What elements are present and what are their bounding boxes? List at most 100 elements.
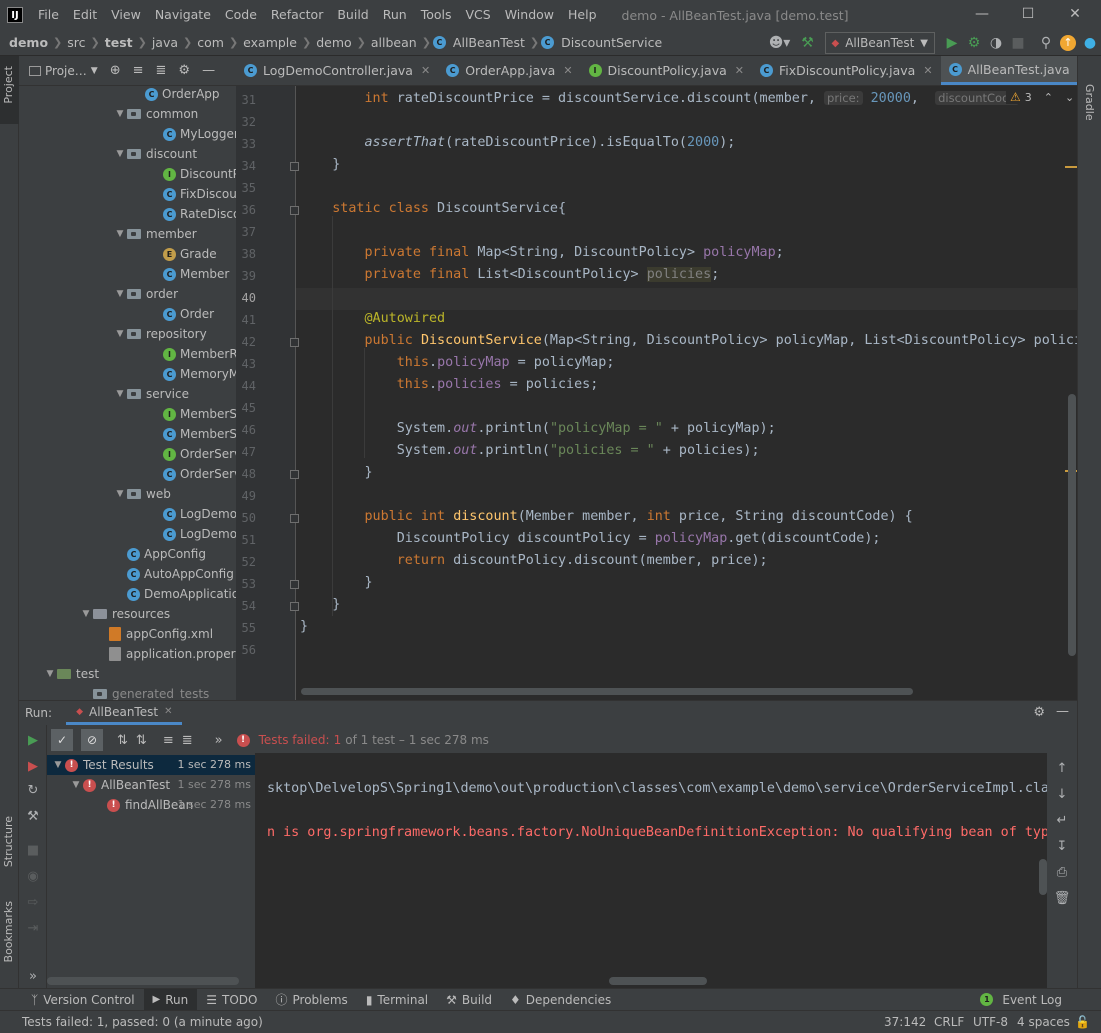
scroll-to-end-icon[interactable]: ↧ <box>1053 837 1071 855</box>
chevron-down-icon[interactable]: ▼ <box>113 284 127 304</box>
exit-icon[interactable]: ⇥ <box>24 919 42 937</box>
menu-refactor[interactable]: Refactor <box>264 0 330 30</box>
project-tree-item[interactable]: C OrderService <box>149 464 236 484</box>
fold-icon[interactable] <box>290 602 299 611</box>
chevron-down-icon[interactable]: ▼ <box>51 755 65 775</box>
chevron-up-icon[interactable]: ⌃ <box>1044 91 1053 104</box>
breadcrumb-allbean[interactable]: allbean <box>368 35 420 50</box>
menu-build[interactable]: Build <box>330 0 375 30</box>
build-hammer-icon[interactable]: ⚒ <box>797 32 819 54</box>
fold-icon[interactable] <box>290 580 299 589</box>
expand-all-icon[interactable]: ≡ <box>133 63 144 78</box>
search-icon[interactable]: ⚲ <box>1035 32 1057 54</box>
close-tab-icon[interactable]: ✕ <box>735 64 744 77</box>
breadcrumb-allbeantest[interactable]: AllBeanTest <box>450 35 528 50</box>
sort-alpha-icon[interactable]: ⇅ <box>117 733 128 748</box>
locate-icon[interactable]: ⊕ <box>110 63 121 78</box>
coverage-icon[interactable]: ◑ <box>985 32 1007 54</box>
fold-icon[interactable] <box>290 514 299 523</box>
menu-file[interactable]: File <box>31 0 66 30</box>
breadcrumb-discountservice[interactable]: DiscountService <box>558 35 665 50</box>
toggle-autotest-icon[interactable]: ↻ <box>24 781 42 799</box>
hide-icon[interactable]: — <box>202 63 215 78</box>
debug-icon[interactable]: ⚙ <box>963 32 985 54</box>
stop-icon[interactable]: ■ <box>24 841 42 859</box>
tab-allbeantest[interactable]: CAllBeanTest.java✕ <box>940 56 1077 85</box>
update-icon[interactable]: ↑ <box>1057 32 1079 54</box>
tab-discountpolicy[interactable]: I DiscountPolicy.java ✕ <box>581 56 752 85</box>
console-horizontal-scrollbar[interactable] <box>609 977 707 985</box>
menu-edit[interactable]: Edit <box>66 0 104 30</box>
fold-icon[interactable] <box>290 470 299 479</box>
project-tree-item[interactable]: C Member <box>149 264 229 284</box>
menu-vcs[interactable]: VCS <box>459 0 498 30</box>
project-tree-item[interactable]: ▼ service <box>113 384 189 404</box>
collapse-all-icon[interactable]: ≣ <box>156 63 167 78</box>
project-tree-item[interactable]: ▼ resources <box>79 604 171 624</box>
project-tree-item[interactable]: C Order <box>149 304 214 324</box>
line-separator[interactable]: CRLF <box>934 1015 964 1029</box>
menu-run[interactable]: Run <box>376 0 414 30</box>
close-icon[interactable]: ✕ <box>1052 0 1098 30</box>
breadcrumb-test[interactable]: test <box>102 35 136 50</box>
tab-orderapp[interactable]: C OrderApp.java ✕ <box>438 56 580 85</box>
project-tree-item[interactable]: C OrderApp <box>131 84 220 104</box>
project-tree-item[interactable]: I DiscountPol <box>149 164 236 184</box>
tab-build[interactable]: ⚒ Build <box>437 989 501 1011</box>
tab-terminal[interactable]: ▮ Terminal <box>357 989 437 1011</box>
more-icon[interactable]: » <box>215 733 223 748</box>
stop-icon[interactable]: ■ <box>1007 32 1029 54</box>
menu-view[interactable]: View <box>104 0 148 30</box>
file-encoding[interactable]: UTF-8 <box>973 1015 1008 1029</box>
toolbox-icon[interactable]: ● <box>1079 32 1101 54</box>
warning-stripe[interactable] <box>1065 166 1077 168</box>
project-tree-item[interactable]: C LogDemoSe <box>149 524 236 544</box>
lock-icon[interactable]: 🔓 <box>1075 1015 1090 1029</box>
project-tree-item[interactable]: C MemberServ <box>149 424 236 444</box>
chevron-down-icon[interactable]: ▼ <box>69 775 83 795</box>
project-tree-item[interactable]: ▼ web <box>113 484 171 504</box>
collapse-all-icon[interactable]: ≣ <box>182 733 193 748</box>
soft-wrap-icon[interactable]: ↵ <box>1053 811 1071 829</box>
show-passed-icon[interactable]: ✓ <box>51 729 73 751</box>
project-tree-item[interactable]: C MemoryMer <box>149 364 236 384</box>
tab-version-control[interactable]: ᛉ Version Control <box>22 989 144 1011</box>
project-tree-item[interactable]: generated_tests <box>79 684 209 700</box>
project-view-select[interactable]: Proje… <box>45 64 87 78</box>
chevron-down-icon[interactable]: ▼ <box>113 384 127 404</box>
editor-horizontal-scrollbar[interactable] <box>301 688 913 695</box>
breadcrumb-example[interactable]: example <box>240 35 300 50</box>
chevron-down-icon[interactable]: ⌄ <box>1065 91 1074 104</box>
test-row-method[interactable]: ! findAllBean 1 sec 278 ms <box>47 795 255 815</box>
caret-position[interactable]: 37:142 <box>884 1015 926 1029</box>
test-row-root[interactable]: ▼ ! Test Results 1 sec 278 ms <box>47 755 255 775</box>
test-row-class[interactable]: ▼ ! AllBeanTest 1 sec 278 ms <box>47 775 255 795</box>
rerun-failed-icon[interactable]: ▶ <box>24 757 42 775</box>
project-tree-item[interactable]: appConfig.xml <box>95 624 213 644</box>
project-tree-item[interactable]: I OrderService <box>149 444 236 464</box>
event-log-button[interactable]: 1 Event Log <box>971 989 1071 1011</box>
menu-tools[interactable]: Tools <box>414 0 459 30</box>
project-tree-item[interactable]: application.propert <box>95 644 236 664</box>
chevron-down-icon[interactable]: ▼ <box>113 324 127 344</box>
close-tab-icon[interactable]: ✕ <box>421 64 430 77</box>
status-message[interactable]: Tests failed: 1, passed: 0 (a minute ago… <box>22 1015 263 1029</box>
menu-navigate[interactable]: Navigate <box>148 0 218 30</box>
tab-dependencies[interactable]: ♦ Dependencies <box>501 989 620 1011</box>
fold-icon[interactable] <box>290 206 299 215</box>
console-vertical-scrollbar[interactable] <box>1039 859 1047 895</box>
breadcrumb-src[interactable]: src <box>64 35 88 50</box>
project-tree-item[interactable]: C FixDiscountI <box>149 184 236 204</box>
project-tree-item[interactable]: ▼ common <box>113 104 199 124</box>
show-ignored-icon[interactable]: ⊘ <box>81 729 103 751</box>
run-icon[interactable]: ▶ <box>941 32 963 54</box>
menu-window[interactable]: Window <box>498 0 561 30</box>
project-tree-item[interactable]: E Grade <box>149 244 217 264</box>
console-output[interactable]: sktop\DelvelopS\Spring1\demo\out\product… <box>255 753 1047 989</box>
project-tree-item[interactable]: I MemberServ <box>149 404 236 424</box>
project-tree-item[interactable]: ▼ discount <box>113 144 198 164</box>
gear-icon[interactable]: ⚙ <box>178 63 190 78</box>
project-tree-item[interactable]: C AppConfig <box>113 544 206 564</box>
project-tree-item[interactable]: C RateDiscoun <box>149 204 236 224</box>
sort-duration-icon[interactable]: ⇅ <box>136 733 147 748</box>
